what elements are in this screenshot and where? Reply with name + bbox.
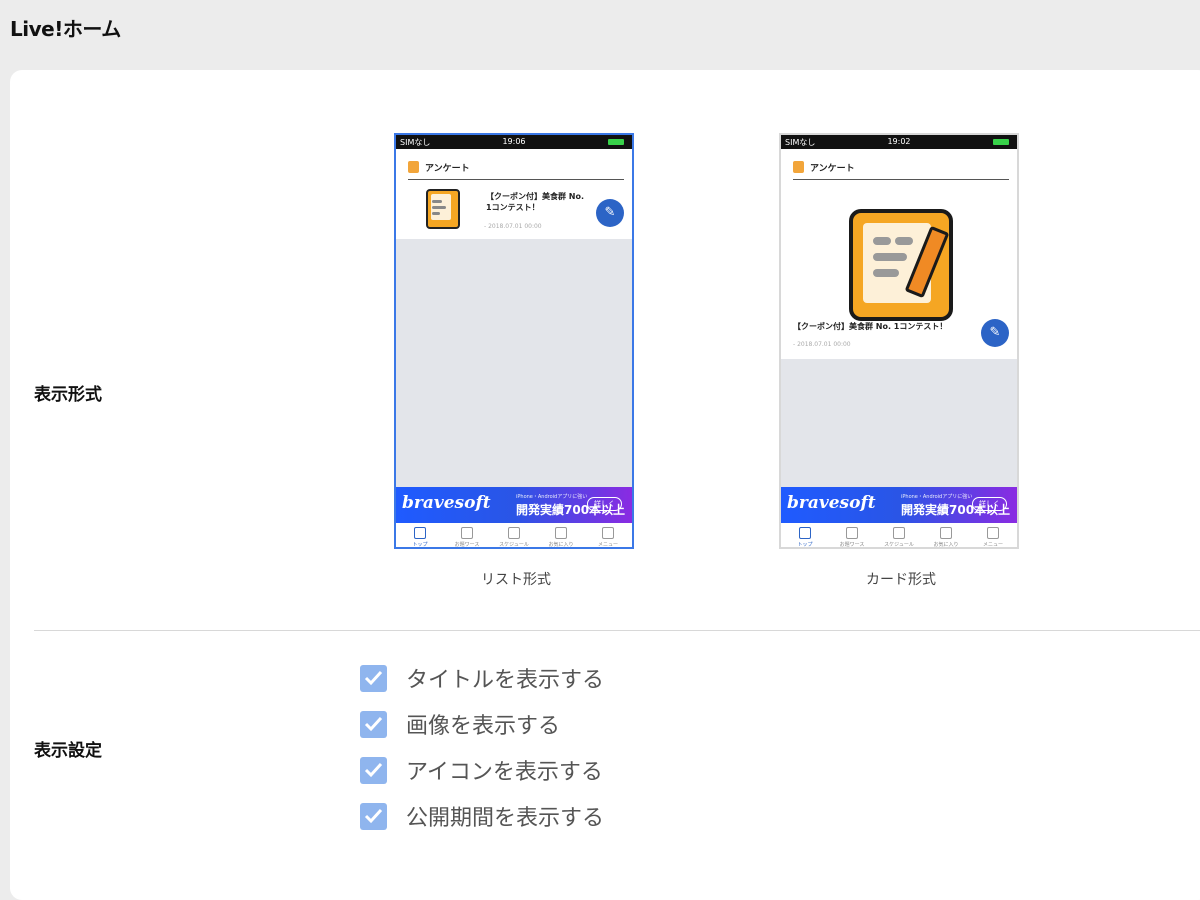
star-icon	[555, 527, 567, 539]
section-divider	[34, 630, 1200, 631]
banner-logo: bravesoft	[787, 493, 876, 513]
item-date: - 2018.07.01 00:00	[484, 223, 542, 230]
page-title: Live!ホーム	[10, 17, 121, 41]
tab-schedule: スケジュール	[875, 523, 923, 547]
menu-icon	[987, 527, 999, 539]
battery-icon	[608, 139, 624, 145]
list-format-caption: リスト形式	[481, 572, 551, 588]
item-title: 【クーポン付】美食群 No. 1コンテスト！	[793, 322, 948, 331]
display-settings-label: 表示設定	[34, 741, 102, 761]
section-header: アンケート	[408, 159, 624, 180]
card-item-pane: アンケート 【クーポン付】美食群 No. 1コンテスト！ - 2018.07.0…	[781, 149, 1017, 359]
display-format-label: 表示形式	[34, 385, 102, 405]
section-title: アンケート	[810, 164, 855, 174]
banner-button: 詳しく	[587, 497, 622, 511]
section-header: アンケート	[793, 159, 1009, 180]
checkbox-checked-icon[interactable]	[360, 711, 387, 738]
tab-top: トップ	[396, 523, 444, 547]
time-text: 19:06	[502, 137, 526, 146]
ad-banner: bravesoft iPhone・Androidアプリに強い 開発実績700本以…	[781, 487, 1017, 523]
calendar-icon	[893, 527, 905, 539]
image-icon	[846, 527, 858, 539]
tab-theme: お題ワース	[828, 523, 876, 547]
calendar-icon	[508, 527, 520, 539]
item-title: 【クーポン付】美食群 No. 1コンテスト！	[486, 192, 585, 212]
status-bar: SIMなし 19:02	[781, 135, 1017, 149]
tab-bar: トップ お題ワース スケジュール お気に入り メニュー	[781, 523, 1017, 547]
survey-fab-icon: ✎	[981, 319, 1009, 347]
show-title-label: タイトルを表示する	[406, 668, 605, 693]
star-icon	[940, 527, 952, 539]
ad-banner: bravesoft iPhone・Androidアプリに強い 開発実績700本以…	[396, 487, 632, 523]
tab-favorites: お気に入り	[537, 523, 585, 547]
list-item-pane: アンケート 【クーポン付】美食群 No. 1コンテスト！ - 2018.07.0…	[396, 149, 632, 239]
status-bar: SIMなし 19:06	[396, 135, 632, 149]
tab-top: トップ	[781, 523, 829, 547]
banner-logo: bravesoft	[402, 493, 491, 513]
show-period-label: 公開期間を表示する	[406, 806, 605, 831]
checkbox-checked-icon[interactable]	[360, 757, 387, 784]
banner-button: 詳しく	[972, 497, 1007, 511]
checkbox-checked-icon[interactable]	[360, 803, 387, 830]
checkbox-checked-icon[interactable]	[360, 665, 387, 692]
section-title: アンケート	[425, 164, 470, 174]
tab-schedule: スケジュール	[490, 523, 538, 547]
home-icon	[414, 527, 426, 539]
survey-icon	[426, 189, 460, 229]
time-text: 19:02	[887, 137, 911, 146]
tab-menu: メニュー	[584, 523, 632, 547]
banner-subtext: iPhone・Androidアプリに強い	[901, 494, 973, 500]
tab-theme: お題ワース	[443, 523, 491, 547]
tab-favorites: お気に入り	[922, 523, 970, 547]
survey-image	[849, 209, 953, 321]
show-icon-label: アイコンを表示する	[406, 760, 603, 785]
card-format-caption: カード形式	[866, 572, 936, 588]
item-date: - 2018.07.01 00:00	[793, 341, 851, 348]
survey-section-icon	[408, 161, 419, 173]
home-icon	[799, 527, 811, 539]
tab-menu: メニュー	[969, 523, 1017, 547]
image-icon	[461, 527, 473, 539]
survey-fab-icon: ✎	[596, 199, 624, 227]
show-image-label: 画像を表示する	[406, 714, 561, 739]
banner-subtext: iPhone・Androidアプリに強い	[516, 494, 588, 500]
tab-bar: トップ お題ワース スケジュール お気に入り メニュー	[396, 523, 632, 547]
menu-icon	[602, 527, 614, 539]
card-format-option[interactable]: SIMなし 19:02 アンケート 【クーポン付】美食群 No. 1コンテスト！…	[779, 133, 1019, 549]
list-format-option[interactable]: SIMなし 19:06 アンケート 【クーポン付】美食群 No. 1コンテスト！…	[394, 133, 634, 549]
survey-section-icon	[793, 161, 804, 173]
battery-icon	[993, 139, 1009, 145]
